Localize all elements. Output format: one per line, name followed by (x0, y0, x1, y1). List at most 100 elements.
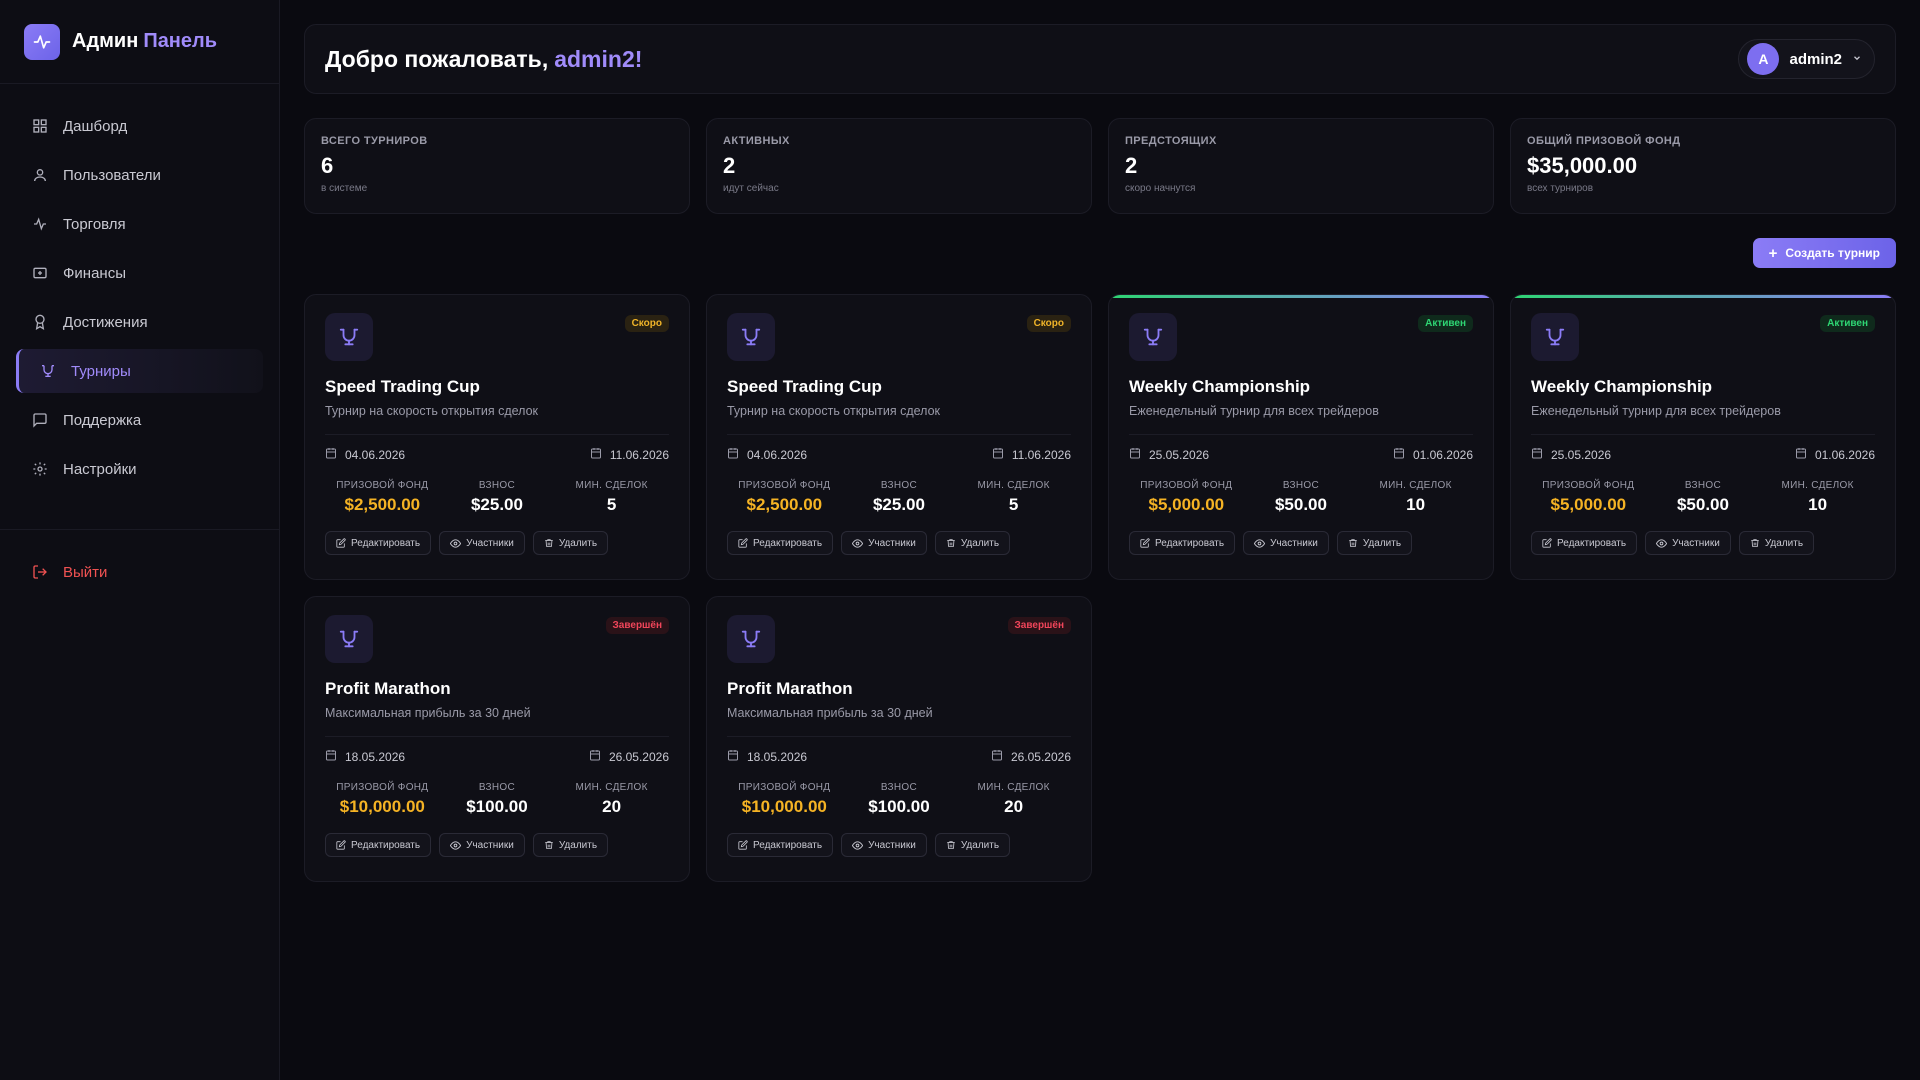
delete-label: Удалить (558, 537, 598, 549)
fee-value: $25.00 (470, 495, 523, 514)
tournament-title: Speed Trading Cup (325, 377, 480, 396)
prize-value: $5,000.00 (1550, 495, 1627, 514)
tournament-card: Завершён Profit Marathon Максимальная пр… (706, 596, 1092, 882)
sidebar-item-users[interactable]: Пользователи (16, 153, 263, 197)
delete-button[interactable]: Удалить (934, 833, 1011, 857)
brand-title: Админ Панель (72, 30, 217, 53)
start-date: 04.06.2026 (325, 447, 405, 462)
end-date: 26.05.2026 (589, 749, 669, 764)
participants-button[interactable]: Участники (1243, 531, 1329, 555)
status-badge: Завершён (1007, 617, 1071, 634)
participants-button[interactable]: Участники (841, 833, 927, 857)
participants-button[interactable]: Участники (841, 531, 927, 555)
sidebar-item-trading[interactable]: Торговля (16, 202, 263, 246)
tournament-dates: 04.06.2026 11.06.2026 (727, 434, 1071, 462)
tournament-dates: 04.06.2026 11.06.2026 (325, 434, 669, 462)
eye-icon (852, 840, 864, 851)
tournament-description: Максимальная прибыль за 30 дней (325, 706, 531, 720)
tournament-dates: 18.05.2026 26.05.2026 (727, 736, 1071, 764)
participants-button[interactable]: Участники (439, 531, 525, 555)
tournament-dates: 25.05.2026 01.06.2026 (1129, 434, 1473, 462)
sidebar-item-label: Торговля (63, 215, 126, 233)
sidebar-item-finance[interactable]: Финансы (16, 251, 263, 295)
trophy-icon (1531, 313, 1579, 361)
stat-card-active: АКТИВНЫХ 2 идут сейчас (706, 118, 1092, 214)
trash-icon (544, 538, 554, 548)
end-date-value: 11.06.2026 (1011, 447, 1071, 462)
stat-label: АКТИВНЫХ (723, 135, 790, 147)
edit-button[interactable]: Редактировать (325, 833, 432, 857)
stat-subtitle: в системе (321, 183, 368, 194)
sidebar-divider: Выйти (0, 529, 279, 594)
user-menu[interactable]: A admin2 (1738, 39, 1875, 79)
create-tournament-button[interactable]: + Создать турнир (1752, 238, 1896, 268)
card-actions: Редактировать Участники Удалить (325, 531, 669, 555)
tournament-title: Profit Marathon (325, 679, 451, 698)
delete-button[interactable]: Удалить (532, 531, 609, 555)
trophy-icon (39, 362, 57, 380)
sidebar-item-tournaments[interactable]: Турниры (16, 349, 263, 393)
chevron-down-icon (1852, 50, 1862, 68)
edit-button[interactable]: Редактировать (727, 833, 834, 857)
tournament-dates: 25.05.2026 01.06.2026 (1531, 434, 1875, 462)
prize-value: $10,000.00 (741, 797, 827, 816)
eye-icon (450, 538, 462, 549)
sidebar-item-label: Дашборд (63, 117, 128, 135)
sidebar-nav: Дашборд Пользователи Торговля Финансы До… (0, 84, 279, 594)
sidebar-item-settings[interactable]: Настройки (16, 447, 263, 491)
delete-button[interactable]: Удалить (1336, 531, 1413, 555)
start-date-value: 25.05.2026 (1149, 447, 1210, 462)
calendar-icon (1129, 447, 1141, 462)
status-badge: Скоро (624, 315, 669, 332)
end-date-value: 01.06.2026 (1814, 447, 1875, 462)
min-trades-value: 10 (1808, 495, 1828, 514)
metric-prize: ПРИЗОВОЙ ФОНД $2,500.00 (326, 480, 440, 515)
sidebar-item-support[interactable]: Поддержка (16, 398, 263, 442)
fee-value: $50.00 (1676, 495, 1729, 514)
participants-button[interactable]: Участники (1645, 531, 1731, 555)
delete-button[interactable]: Удалить (532, 833, 609, 857)
edit-icon (336, 538, 346, 548)
delete-label: Удалить (558, 839, 598, 851)
metric-label: МИН. СДЕЛОК (977, 782, 1050, 793)
edit-button[interactable]: Редактировать (1129, 531, 1236, 555)
participants-label: Участники (466, 839, 514, 851)
start-date-value: 25.05.2026 (1551, 447, 1612, 462)
metric-min-trades: МИН. СДЕЛОК 20 (555, 782, 669, 817)
edit-button[interactable]: Редактировать (727, 531, 834, 555)
delete-button[interactable]: Удалить (934, 531, 1011, 555)
edit-button[interactable]: Редактировать (325, 531, 432, 555)
min-trades-value: 20 (602, 797, 622, 816)
metric-label: ПРИЗОВОЙ ФОНД (1140, 480, 1233, 491)
top-bar: Добро пожаловать, admin2! A admin2 (304, 24, 1896, 94)
logout-button[interactable]: Выйти (16, 550, 263, 594)
delete-label: Удалить (1362, 537, 1402, 549)
edit-label: Редактировать (1155, 537, 1225, 549)
brand[interactable]: Админ Панель (0, 0, 279, 84)
plus-icon: + (1768, 244, 1778, 262)
wallet-icon (31, 264, 49, 282)
sidebar-item-achievements[interactable]: Достижения (16, 300, 263, 344)
metric-prize: ПРИЗОВОЙ ФОНД $10,000.00 (728, 782, 842, 817)
fee-value: $25.00 (872, 495, 925, 514)
delete-label: Удалить (960, 839, 1000, 851)
calendar-icon (590, 447, 602, 462)
stat-subtitle: скоро начнутся (1125, 183, 1196, 194)
tournament-description: Максимальная прибыль за 30 дней (727, 706, 933, 720)
metric-label: МИН. СДЕЛОК (977, 480, 1050, 491)
trash-icon (1750, 538, 1760, 548)
sidebar: Админ Панель Дашборд Пользователи Торговл… (0, 0, 280, 1080)
edit-button[interactable]: Редактировать (1531, 531, 1638, 555)
award-icon (31, 313, 49, 331)
logout-icon (31, 563, 49, 581)
stat-value: 6 (321, 153, 334, 178)
metric-min-trades: МИН. СДЕЛОК 5 (957, 480, 1071, 515)
user-icon (31, 166, 49, 184)
edit-label: Редактировать (351, 537, 421, 549)
card-actions: Редактировать Участники Удалить (727, 833, 1071, 857)
participants-button[interactable]: Участники (439, 833, 525, 857)
sidebar-item-dashboard[interactable]: Дашборд (16, 104, 263, 148)
main-content: Добро пожаловать, admin2! A admin2 ВСЕГО … (304, 24, 1896, 882)
delete-button[interactable]: Удалить (1738, 531, 1815, 555)
metric-label: МИН. СДЕЛОК (575, 782, 648, 793)
